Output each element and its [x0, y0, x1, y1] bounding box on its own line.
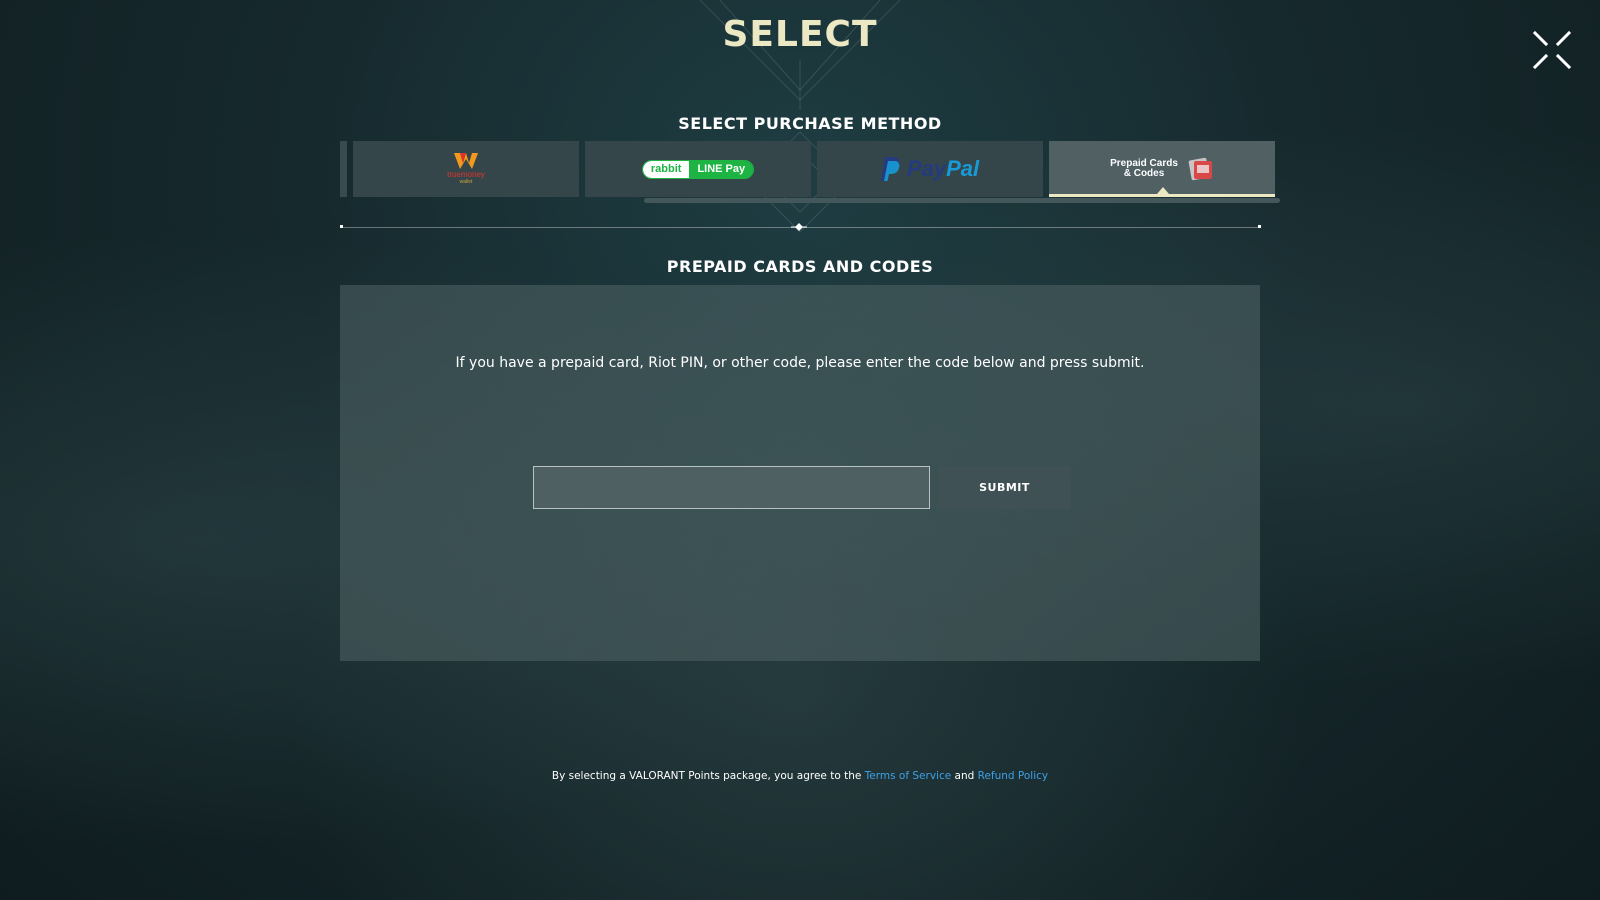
- rabbit-linepay-logo: rabbit LINE Pay: [641, 159, 755, 179]
- rabbit-logo-text: rabbit: [642, 160, 690, 178]
- truemoney-logo-subtext: wallet: [459, 179, 473, 185]
- method-tile-partial[interactable]: [340, 141, 347, 197]
- divider-center-ornament: [791, 223, 807, 231]
- truemoney-logo-text: truemoney: [447, 170, 485, 179]
- paypal-logo-pal: Pal: [946, 156, 980, 181]
- method-scrollbar[interactable]: [644, 198, 1280, 203]
- method-truemoney[interactable]: truemoney wallet: [353, 141, 579, 197]
- prepaid-cards-logo: Prepaid Cards & Codes: [1110, 157, 1214, 181]
- code-input[interactable]: [533, 466, 930, 509]
- paypal-logo-pay: Pay: [906, 156, 947, 181]
- close-button[interactable]: [1532, 30, 1572, 70]
- footer-text: By selecting a VALORANT Points package, …: [551, 770, 865, 782]
- terms-of-service-link[interactable]: Terms of Service: [865, 770, 952, 782]
- close-icon: [1532, 30, 1572, 70]
- purchase-method-title: SELECT PURCHASE METHOD: [678, 114, 942, 133]
- footer-conjunction: and: [951, 770, 978, 782]
- submit-button[interactable]: SUBMIT: [938, 466, 1071, 509]
- purchase-method-list: truemoney wallet rabbit LINE Pay PayPal …: [340, 141, 1275, 197]
- method-paypal[interactable]: PayPal: [817, 141, 1043, 197]
- linepay-logo-text: LINE Pay: [689, 160, 754, 178]
- prepaid-code-panel: If you have a prepaid card, Riot PIN, or…: [340, 285, 1260, 661]
- gift-card-icon: [1188, 157, 1212, 181]
- prepaid-section-title: PREPAID CARDS AND CODES: [666, 257, 934, 276]
- prepaid-cards-label-line2: & Codes: [1123, 168, 1165, 179]
- method-rabbit-linepay[interactable]: rabbit LINE Pay: [585, 141, 811, 197]
- legal-footer: By selecting a VALORANT Points package, …: [0, 770, 1600, 782]
- paypal-logo: PayPal: [880, 156, 980, 182]
- method-prepaid-cards[interactable]: Prepaid Cards & Codes: [1049, 141, 1275, 197]
- selected-indicator: [1157, 187, 1169, 194]
- prepaid-cards-label: Prepaid Cards & Codes: [1110, 159, 1178, 179]
- divider-dot-right: [1258, 225, 1261, 228]
- divider-dot-left: [340, 225, 343, 228]
- paypal-p-icon: [880, 157, 900, 181]
- page-title: SELECT: [722, 14, 878, 55]
- truemoney-w-icon: [453, 153, 478, 169]
- truemoney-logo: truemoney wallet: [447, 153, 485, 185]
- prepaid-instructions: If you have a prepaid card, Riot PIN, or…: [455, 355, 1145, 371]
- refund-policy-link[interactable]: Refund Policy: [978, 770, 1049, 782]
